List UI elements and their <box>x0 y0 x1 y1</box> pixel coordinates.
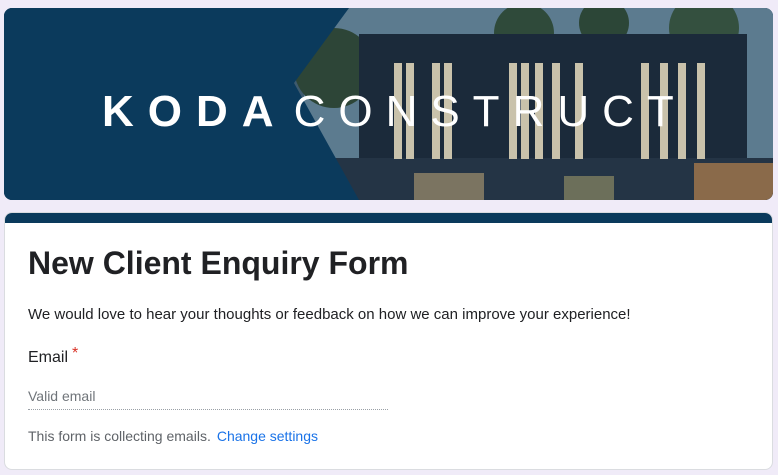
required-asterisk: * <box>72 345 79 362</box>
email-label-text: Email <box>28 349 69 366</box>
brand-wordmark-bold: KODA <box>102 87 288 136</box>
form-card-accent-bar <box>5 213 772 223</box>
header-banner-image: KODA CONSTRUCT <box>4 8 773 200</box>
collecting-emails-text: This form is collecting emails. <box>28 428 211 444</box>
brand-wordmark: KODA CONSTRUCT <box>102 87 687 136</box>
form-title: New Client Enquiry Form <box>28 245 409 281</box>
email-question-label: Email * <box>28 345 78 367</box>
email-field[interactable] <box>28 383 388 410</box>
change-settings-link[interactable]: Change settings <box>217 428 318 444</box>
email-collection-notice: This form is collecting emails. Change se… <box>28 428 318 444</box>
brand-wordmark-light: CONSTRUCT <box>293 87 687 136</box>
form-description: We would love to hear your thoughts or f… <box>28 306 631 323</box>
form-card: New Client Enquiry Form We would love to… <box>4 212 773 470</box>
